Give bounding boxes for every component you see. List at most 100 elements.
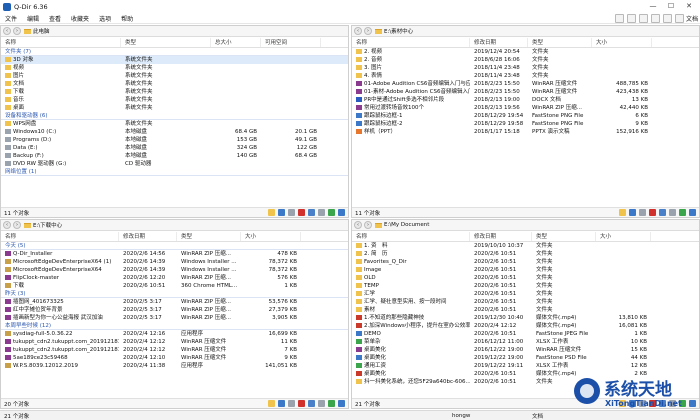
- file-row[interactable]: 菜单杂 2016/12/12 11:00 XLSX 工作表 10 KB: [352, 338, 699, 346]
- close-button[interactable]: ✕: [680, 0, 698, 12]
- column-header-cell[interactable]: 名称: [352, 38, 470, 47]
- file-row[interactable]: 1. 资 料 2019/10/10 10:37 文件夹: [352, 242, 699, 250]
- column-header-cell[interactable]: 大小: [241, 232, 301, 241]
- file-row[interactable]: FlipClock-master 2020/2/6 12:20 WinRAR ZIP…: [1, 274, 348, 282]
- file-row[interactable]: 下载 2020/2/6 10:51 360 Chrome HTML... 1 KB: [1, 282, 348, 290]
- group-header[interactable]: 今天 (5): [1, 242, 348, 250]
- delete-icon[interactable]: [649, 209, 656, 216]
- minimize-button[interactable]: —: [644, 0, 662, 12]
- column-header-cell[interactable]: 类型: [177, 232, 241, 241]
- file-row[interactable]: 文档 系统文件夹: [1, 80, 348, 88]
- file-row[interactable]: tukuppt_cdn2.tukuppt.com_201912181646_0.…: [1, 338, 348, 346]
- file-row[interactable]: 01-Adobe Audition CS6音频编辑入门与应用 2018/2/23 …: [352, 80, 699, 88]
- cut-icon[interactable]: [308, 209, 315, 216]
- file-row[interactable]: MicrosoftEdgeDevEnterpriseX64 2020/2/6 14…: [1, 266, 348, 274]
- file-row[interactable]: DEMO 2020/2/6 10:51 FastStone JPEG File 1 K…: [352, 330, 699, 338]
- refresh-icon[interactable]: [338, 400, 345, 407]
- view-icon[interactable]: [278, 209, 285, 216]
- forward-icon[interactable]: ›: [13, 221, 21, 229]
- cut-icon[interactable]: [659, 209, 666, 216]
- forward-icon[interactable]: ›: [364, 221, 372, 229]
- settings-icon[interactable]: [674, 14, 684, 23]
- file-row[interactable]: 跟踪鼠标边框-2 2018/12/29 19:58 FastStone PNG Fi…: [352, 120, 699, 128]
- file-row[interactable]: 2. 视频 2019/12/4 20:54 文件夹: [352, 48, 699, 56]
- file-row[interactable]: OLD 2020/2/6 10:51 文件夹: [352, 274, 699, 282]
- column-header-cell[interactable]: 修改日期: [119, 232, 177, 241]
- file-row[interactable]: 视频 系统文件夹: [1, 64, 348, 72]
- file-row[interactable]: 汇学、疑社意型实用、按一段时间 2020/2/6 10:51 文件夹: [352, 298, 699, 306]
- layout-3-icon[interactable]: [638, 14, 648, 23]
- menu-item[interactable]: 帮助: [116, 14, 138, 23]
- group-header[interactable]: 文件夹 (7): [1, 48, 348, 56]
- column-header-cell[interactable]: 名称: [1, 38, 121, 47]
- column-header-cell[interactable]: 类型: [121, 38, 211, 47]
- cut-icon[interactable]: [308, 400, 315, 407]
- file-row[interactable]: MicrosoftEdgeDevEnterpriseX64 (1) 2020/2/…: [1, 258, 348, 266]
- file-row[interactable]: Data (E:) 本地磁盘 324 GB 122 GB: [1, 144, 348, 152]
- file-row[interactable]: 1.不知道的那些隐藏神技 2019/12/30 10:40 媒体文件(.mp4) 13…: [352, 314, 699, 322]
- file-row[interactable]: 跟踪鼠标边框-1 2018/12/29 19:54 FastStone PNG Fi…: [352, 112, 699, 120]
- paste-icon[interactable]: [318, 209, 325, 216]
- menu-item[interactable]: 收藏夹: [66, 14, 94, 23]
- menu-item[interactable]: 选项: [94, 14, 116, 23]
- menu-item[interactable]: 编辑: [22, 14, 44, 23]
- file-row[interactable]: Windows10 (C:) 本地磁盘 68.4 GB 20.1 GB: [1, 128, 348, 136]
- file-row[interactable]: tukuppt_cdn2.tukuppt.com_201912181627_6.…: [1, 346, 348, 354]
- new-folder-icon[interactable]: [268, 209, 275, 216]
- copy-icon[interactable]: [288, 400, 295, 407]
- delete-icon[interactable]: [298, 209, 305, 216]
- address-bar[interactable]: ‹ › 此电脑: [1, 26, 348, 37]
- address-bar[interactable]: ‹ › E:\素材中心: [352, 26, 699, 37]
- file-row[interactable]: 音乐 系统文件夹: [1, 96, 348, 104]
- address-path[interactable]: E:\下载中心: [33, 221, 348, 229]
- layout-4-icon[interactable]: [650, 14, 660, 23]
- column-header-cell[interactable]: 名称: [352, 232, 470, 241]
- layout-icon[interactable]: [614, 14, 624, 23]
- column-header-cell[interactable]: 大小: [596, 232, 651, 241]
- maximize-button[interactable]: ☐: [662, 0, 680, 12]
- address-path[interactable]: E:\My Document: [384, 222, 699, 228]
- file-row[interactable]: 01-素材-Adobe Audition CS6音频编辑入门与... 2018/2…: [352, 88, 699, 96]
- file-row[interactable]: Backup (F:) 本地磁盘 140 GB 68.4 GB: [1, 152, 348, 160]
- back-icon[interactable]: ‹: [354, 221, 362, 229]
- group-header[interactable]: 设备和驱动器 (6): [1, 112, 348, 120]
- file-row[interactable]: 桌面美化 2016/12/22 19:00 WinRAR 压缩文件 15 KB: [352, 346, 699, 354]
- view-icon[interactable]: [629, 209, 636, 216]
- file-row[interactable]: 3. 图片 2018/11/4 23:48 文件夹: [352, 64, 699, 72]
- file-row[interactable]: 通用工资 2019/12/22 19:11 XLSX 工作表 12 KB: [352, 362, 699, 370]
- address-bar[interactable]: ‹ › E:\下载中心: [1, 220, 348, 231]
- column-header-cell[interactable]: 可用空间: [261, 38, 321, 47]
- group-header[interactable]: 本周早些时候 (12): [1, 322, 348, 330]
- column-header-cell[interactable]: 类型: [532, 232, 596, 241]
- column-header-cell[interactable]: 名称: [1, 232, 119, 241]
- file-row[interactable]: 2. 简 历 2020/2/6 10:51 文件夹: [352, 250, 699, 258]
- properties-icon[interactable]: [328, 400, 335, 407]
- file-row[interactable]: Programs (D:) 本地磁盘 153 GB 49.1 GB: [1, 136, 348, 144]
- address-path[interactable]: 此电脑: [33, 27, 348, 35]
- refresh-icon[interactable]: [338, 209, 345, 216]
- file-row[interactable]: 4. 表情 2018/11/4 23:48 文件夹: [352, 72, 699, 80]
- column-header-cell[interactable]: 修改日期: [470, 232, 532, 241]
- favorites-icon[interactable]: [662, 14, 672, 23]
- new-folder-icon[interactable]: [619, 209, 626, 216]
- file-row[interactable]: 常用过渡转场音效100个 2018/2/13 19:56 WinRAR ZIP 压缩…: [352, 104, 699, 112]
- file-row[interactable]: 图片 系统文件夹: [1, 72, 348, 80]
- file-row[interactable]: 样机（PPT） 2018/1/17 15:18 PPTX 演示文稿 152,916 K…: [352, 128, 699, 136]
- file-row[interactable]: 下载 系统文件夹: [1, 88, 348, 96]
- paste-icon[interactable]: [318, 400, 325, 407]
- paste-icon[interactable]: [669, 209, 676, 216]
- delete-icon[interactable]: [298, 400, 305, 407]
- new-folder-icon[interactable]: [268, 400, 275, 407]
- file-row[interactable]: 插图网_401673325 2020/2/5 3:17 WinRAR ZIP 压缩.…: [1, 298, 348, 306]
- group-header[interactable]: 网络位置 (1): [1, 168, 348, 176]
- forward-icon[interactable]: ›: [364, 27, 372, 35]
- menu-item[interactable]: 查看: [44, 14, 66, 23]
- file-row[interactable]: 红中字摊位贺年背景 2020/2/5 3:17 WinRAR ZIP 压缩... 27…: [1, 306, 348, 314]
- properties-icon[interactable]: [679, 209, 686, 216]
- group-header[interactable]: 昨天 (3): [1, 290, 348, 298]
- column-header-cell[interactable]: 类型: [528, 38, 592, 47]
- file-row[interactable]: WPS网盘 系统文件夹: [1, 120, 348, 128]
- file-row[interactable]: W.P.S.8039.12012.2019 2020/2/4 11:38 应用程序 1…: [1, 362, 348, 370]
- file-row[interactable]: 桌面美化 2019/12/22 19:00 FastStone PSD File 44…: [352, 354, 699, 362]
- file-row[interactable]: DVD RW 驱动器 (G:) CD 驱动器: [1, 160, 348, 168]
